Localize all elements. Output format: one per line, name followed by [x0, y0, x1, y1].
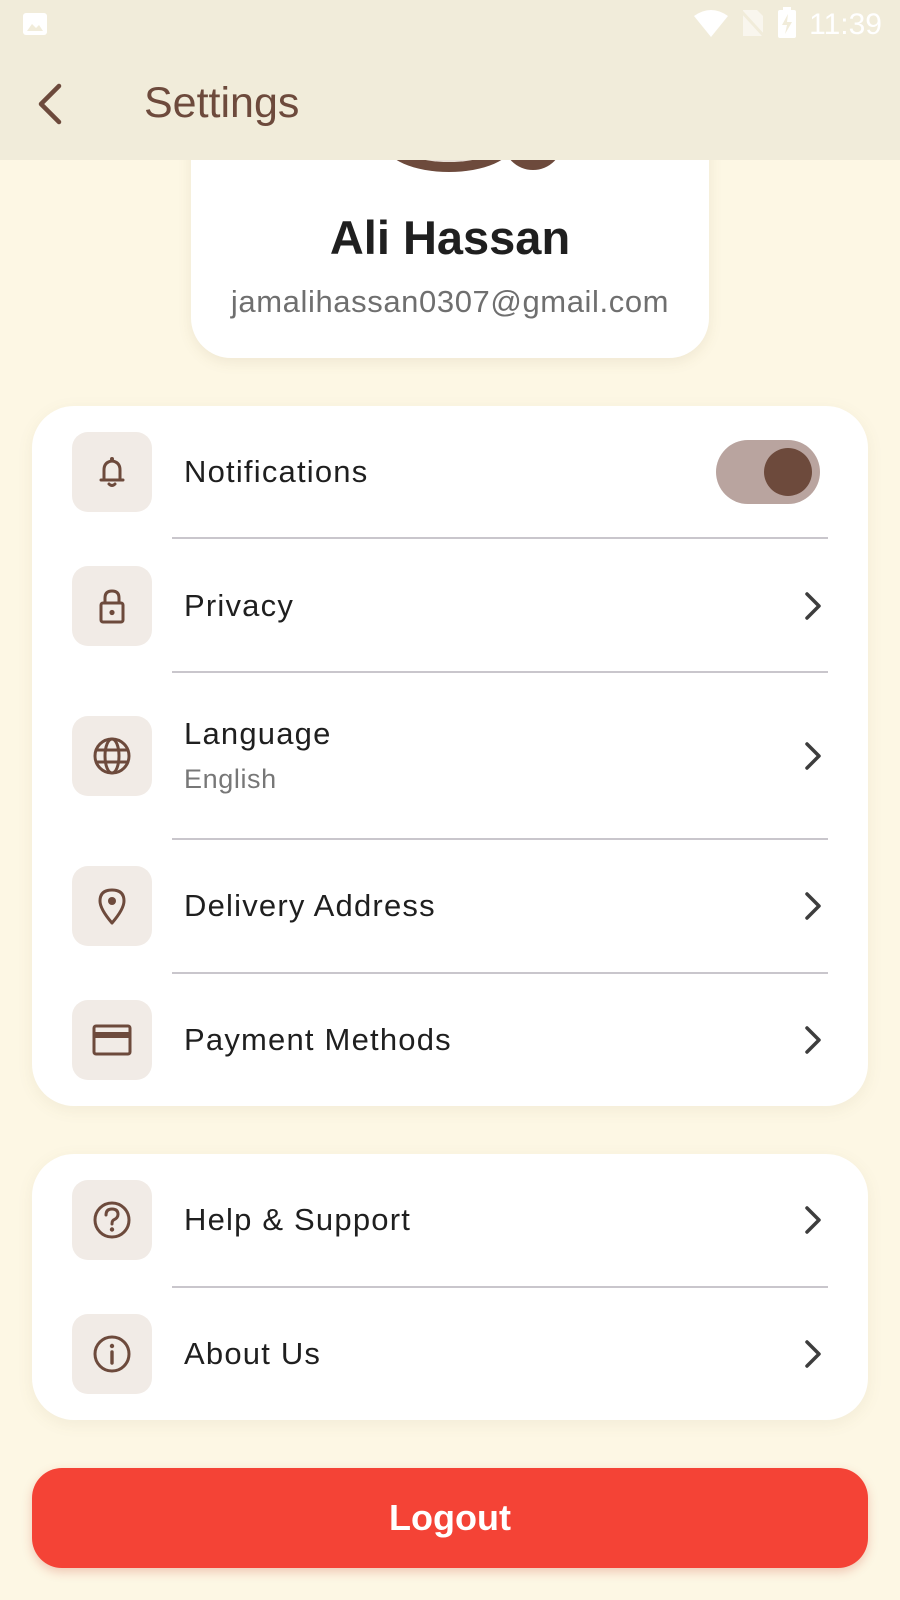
settings-row-payment-methods[interactable]: Payment Methods [32, 974, 868, 1106]
settings-row-delivery-address[interactable]: Delivery Address [32, 840, 868, 974]
chevron-right-icon [798, 886, 828, 926]
divider [172, 537, 828, 539]
chevron-right-icon [798, 1020, 828, 1060]
notifications-toggle[interactable] [716, 440, 820, 504]
settings-row-help-support[interactable]: Help & Support [32, 1154, 868, 1288]
back-button[interactable] [22, 76, 78, 132]
settings-row-about-us[interactable]: About Us [32, 1288, 868, 1420]
language-label: Language [184, 716, 332, 751]
globe-icon [72, 716, 152, 796]
wifi-icon [693, 8, 729, 43]
page-title: Settings [144, 79, 300, 127]
credit-card-icon [72, 1000, 152, 1080]
delivery-address-label: Delivery Address [184, 888, 436, 923]
profile-name: Ali Hassan [329, 211, 571, 264]
bell-icon [72, 432, 152, 512]
settings-row-privacy[interactable]: Privacy [32, 540, 868, 674]
status-time: 11:39 [809, 8, 882, 41]
help-circle-icon [72, 1180, 152, 1260]
chevron-right-icon [798, 736, 828, 776]
profile-email: jamalihassan0307@gmail.com [230, 284, 670, 319]
settings-row-language[interactable]: Language English [32, 674, 868, 840]
status-bar: 11:39 [0, 0, 900, 50]
image-icon [22, 12, 48, 36]
no-sim-icon [741, 8, 766, 43]
battery-charging-icon [777, 6, 797, 44]
privacy-label: Privacy [184, 588, 295, 623]
divider [172, 671, 828, 673]
arrow-back-icon [38, 83, 62, 125]
support-card: Help & Support About Us [32, 1154, 868, 1420]
lock-icon [72, 566, 152, 646]
status-icons: 11:39 [693, 6, 882, 44]
payment-methods-label: Payment Methods [184, 1022, 452, 1057]
toggle-knob [764, 448, 812, 496]
location-pin-icon [72, 866, 152, 946]
help-support-label: Help & Support [184, 1202, 412, 1237]
chevron-right-icon [798, 1200, 828, 1240]
chevron-right-icon [798, 586, 828, 626]
settings-card: Notifications Privacy Language English D… [32, 406, 868, 1106]
info-icon [72, 1314, 152, 1394]
notifications-label: Notifications [184, 454, 369, 489]
language-value: English [184, 764, 277, 794]
app-bar: Settings [0, 50, 900, 160]
logout-button[interactable]: Logout [32, 1468, 868, 1568]
chevron-right-icon [798, 1334, 828, 1374]
settings-row-notifications: Notifications [32, 406, 868, 540]
about-us-label: About Us [184, 1336, 322, 1371]
